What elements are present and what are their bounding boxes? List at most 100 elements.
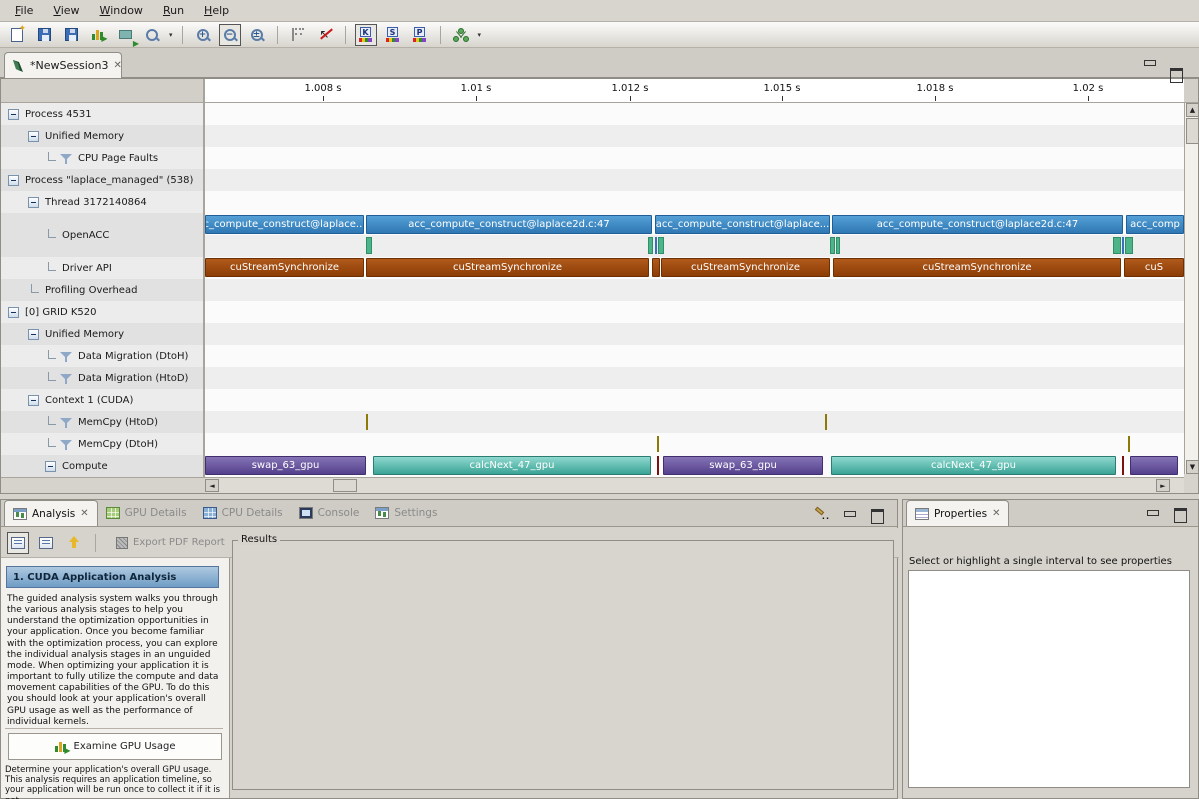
openacc-interval-bar[interactable]: acc_compute_construct@laplace2d.c:47 (366, 215, 652, 234)
profile-dropdown-caret[interactable]: ▾ (169, 31, 173, 39)
snap-disable-button[interactable]: ↖ (314, 24, 336, 46)
timeline-horizontal-scrollbar[interactable]: ◄ ► (205, 477, 1184, 493)
tree-row-driver-api[interactable]: Driver API (0, 257, 203, 279)
stream-timeline-button[interactable]: S (382, 24, 404, 46)
tree-row-thread[interactable]: Thread 3172140864 (0, 191, 203, 213)
maximize-icon[interactable] (1173, 508, 1186, 519)
compute-kernel-thin-bar[interactable] (657, 456, 659, 475)
tree-row-process-laplace[interactable]: Process "laplace_managed" (538) (0, 169, 203, 191)
tree-row-cpu-page-faults[interactable]: CPU Page Faults (0, 147, 203, 169)
memcpy-htod-event[interactable] (825, 414, 827, 430)
process-timeline-button[interactable]: P (409, 24, 431, 46)
properties-tab-close-icon[interactable]: ✕ (992, 508, 1000, 519)
openacc-wait-marker[interactable] (1125, 237, 1133, 254)
collapse-toggle-icon[interactable] (28, 131, 39, 142)
scroll-up-button[interactable]: ▲ (1186, 103, 1199, 117)
driver-api-interval-bar[interactable]: cuStreamSynchronize (833, 258, 1121, 277)
minimize-icon[interactable] (1146, 508, 1159, 519)
session-tab[interactable]: *NewSession3 ✕ (4, 52, 122, 78)
memcpy-htod-event[interactable] (366, 414, 368, 430)
profile-report-button[interactable]: ▶ (87, 24, 109, 46)
maximize-icon[interactable] (1169, 68, 1182, 79)
openacc-wait-marker[interactable] (655, 237, 657, 254)
compute-kernel-bar[interactable]: swap_63_gpu (205, 456, 366, 475)
examine-gpu-usage-button[interactable]: ▶ Examine GPU Usage (8, 733, 222, 760)
driver-api-interval-bar[interactable] (652, 258, 660, 277)
unguided-analysis-button[interactable] (35, 532, 57, 554)
zoom-in-button[interactable]: + (192, 24, 214, 46)
openacc-wait-marker[interactable] (366, 237, 372, 254)
memcpy-dtoh-event[interactable] (657, 436, 659, 452)
profile-search-button[interactable] (141, 24, 163, 46)
compute-kernel-bar[interactable]: calcNext_47_gpu (373, 456, 651, 475)
menu-view[interactable]: View (44, 1, 88, 20)
analysis-tab-close-icon[interactable]: ✕ (80, 508, 88, 519)
compute-kernel-bar[interactable]: calcNext_47_gpu (831, 456, 1116, 475)
session-tab-close-icon[interactable]: ✕ (113, 60, 121, 71)
collapse-toggle-icon[interactable] (8, 109, 19, 120)
tree-row-data-migration-dtoh[interactable]: Data Migration (DtoH) (0, 345, 203, 367)
save-button[interactable] (33, 24, 55, 46)
view-menu-icon[interactable]: .. (813, 508, 829, 521)
minimize-icon[interactable] (843, 509, 856, 520)
openacc-interval-bar[interactable]: acc_compute_construct@laplace2d.c:47 (832, 215, 1123, 234)
tab-console[interactable]: Console (291, 500, 368, 526)
tab-cpu-details[interactable]: CPU Details (195, 500, 291, 526)
openacc-interval-bar[interactable]: acc_compute_construct@laplace... (655, 215, 830, 234)
driver-api-interval-bar[interactable]: cuS (1124, 258, 1184, 277)
tree-row-profiling-overhead[interactable]: Profiling Overhead (0, 279, 203, 301)
driver-api-interval-bar[interactable]: cuStreamSynchronize (661, 258, 830, 277)
zoom-fit-button[interactable]: ± (246, 24, 268, 46)
driver-api-interval-bar[interactable]: cuStreamSynchronize (366, 258, 649, 277)
vertical-scroll-thumb[interactable] (1186, 118, 1199, 144)
scroll-right-button[interactable]: ► (1156, 479, 1170, 492)
openacc-interval-bar[interactable]: acc_comp (1126, 215, 1184, 234)
compute-kernel-bar[interactable] (1130, 456, 1178, 475)
compute-kernel-thin-bar[interactable] (1122, 456, 1124, 475)
tree-row-openacc[interactable]: OpenACC (0, 213, 203, 257)
menu-help[interactable]: Help (195, 1, 238, 20)
tree-row-compute[interactable]: Compute (0, 455, 203, 477)
export-pdf-button[interactable]: Export PDF Report (106, 533, 235, 553)
openacc-wait-marker[interactable] (836, 237, 840, 254)
tab-gpu-details[interactable]: GPU Details (98, 500, 195, 526)
save-all-button[interactable]: ... (60, 24, 82, 46)
tree-row-data-migration-htod[interactable]: Data Migration (HtoD) (0, 367, 203, 389)
openacc-wait-marker[interactable] (1122, 237, 1124, 254)
collapse-toggle-icon[interactable] (28, 395, 39, 406)
collapse-toggle-icon[interactable] (8, 175, 19, 186)
driver-api-interval-bar[interactable]: cuStreamSynchronize (205, 258, 364, 277)
scroll-left-button[interactable]: ◄ (205, 479, 219, 492)
maximize-icon[interactable] (870, 509, 883, 520)
kernel-timeline-button[interactable]: K (355, 24, 377, 46)
collapse-toggle-icon[interactable] (28, 197, 39, 208)
mark-timeline-button[interactable] (287, 24, 309, 46)
tab-settings[interactable]: Settings (367, 500, 445, 526)
openacc-wait-marker[interactable] (658, 237, 664, 254)
timeline-segment-button[interactable]: ▶ (114, 24, 136, 46)
tree-row-memcpy-dtoh[interactable]: MemCpy (DtoH) (0, 433, 203, 455)
openacc-wait-marker[interactable] (1113, 237, 1121, 254)
analysis-tree-button[interactable] (450, 24, 472, 46)
tree-row-context-1[interactable]: Context 1 (CUDA) (0, 389, 203, 411)
tree-row-unified-memory[interactable]: Unified Memory (0, 125, 203, 147)
tab-analysis[interactable]: Analysis ✕ (4, 500, 98, 526)
guided-analysis-button[interactable] (7, 532, 29, 554)
tree-row-grid-k520[interactable]: [0] GRID K520 (0, 301, 203, 323)
back-up-button[interactable] (63, 532, 85, 554)
menu-window[interactable]: Window (91, 1, 152, 20)
tree-canvas-splitter[interactable] (203, 78, 205, 493)
horizontal-scroll-thumb[interactable] (333, 479, 357, 492)
tree-row-process-4531[interactable]: Process 4531 (0, 103, 203, 125)
zoom-out-button[interactable]: − (219, 24, 241, 46)
tree-row-memcpy-htod[interactable]: MemCpy (HtoD) (0, 411, 203, 433)
collapse-toggle-icon[interactable] (8, 307, 19, 318)
menu-file[interactable]: File (6, 1, 42, 20)
tree-row-unified-memory-gpu[interactable]: Unified Memory (0, 323, 203, 345)
menu-run[interactable]: Run (154, 1, 193, 20)
minimize-icon[interactable] (1143, 58, 1156, 69)
collapse-toggle-icon[interactable] (28, 329, 39, 340)
new-session-button[interactable]: ✦ (6, 24, 28, 46)
timeline-vertical-scrollbar[interactable]: ▲ ▼ (1184, 103, 1199, 474)
tab-properties[interactable]: Properties ✕ (906, 500, 1009, 526)
